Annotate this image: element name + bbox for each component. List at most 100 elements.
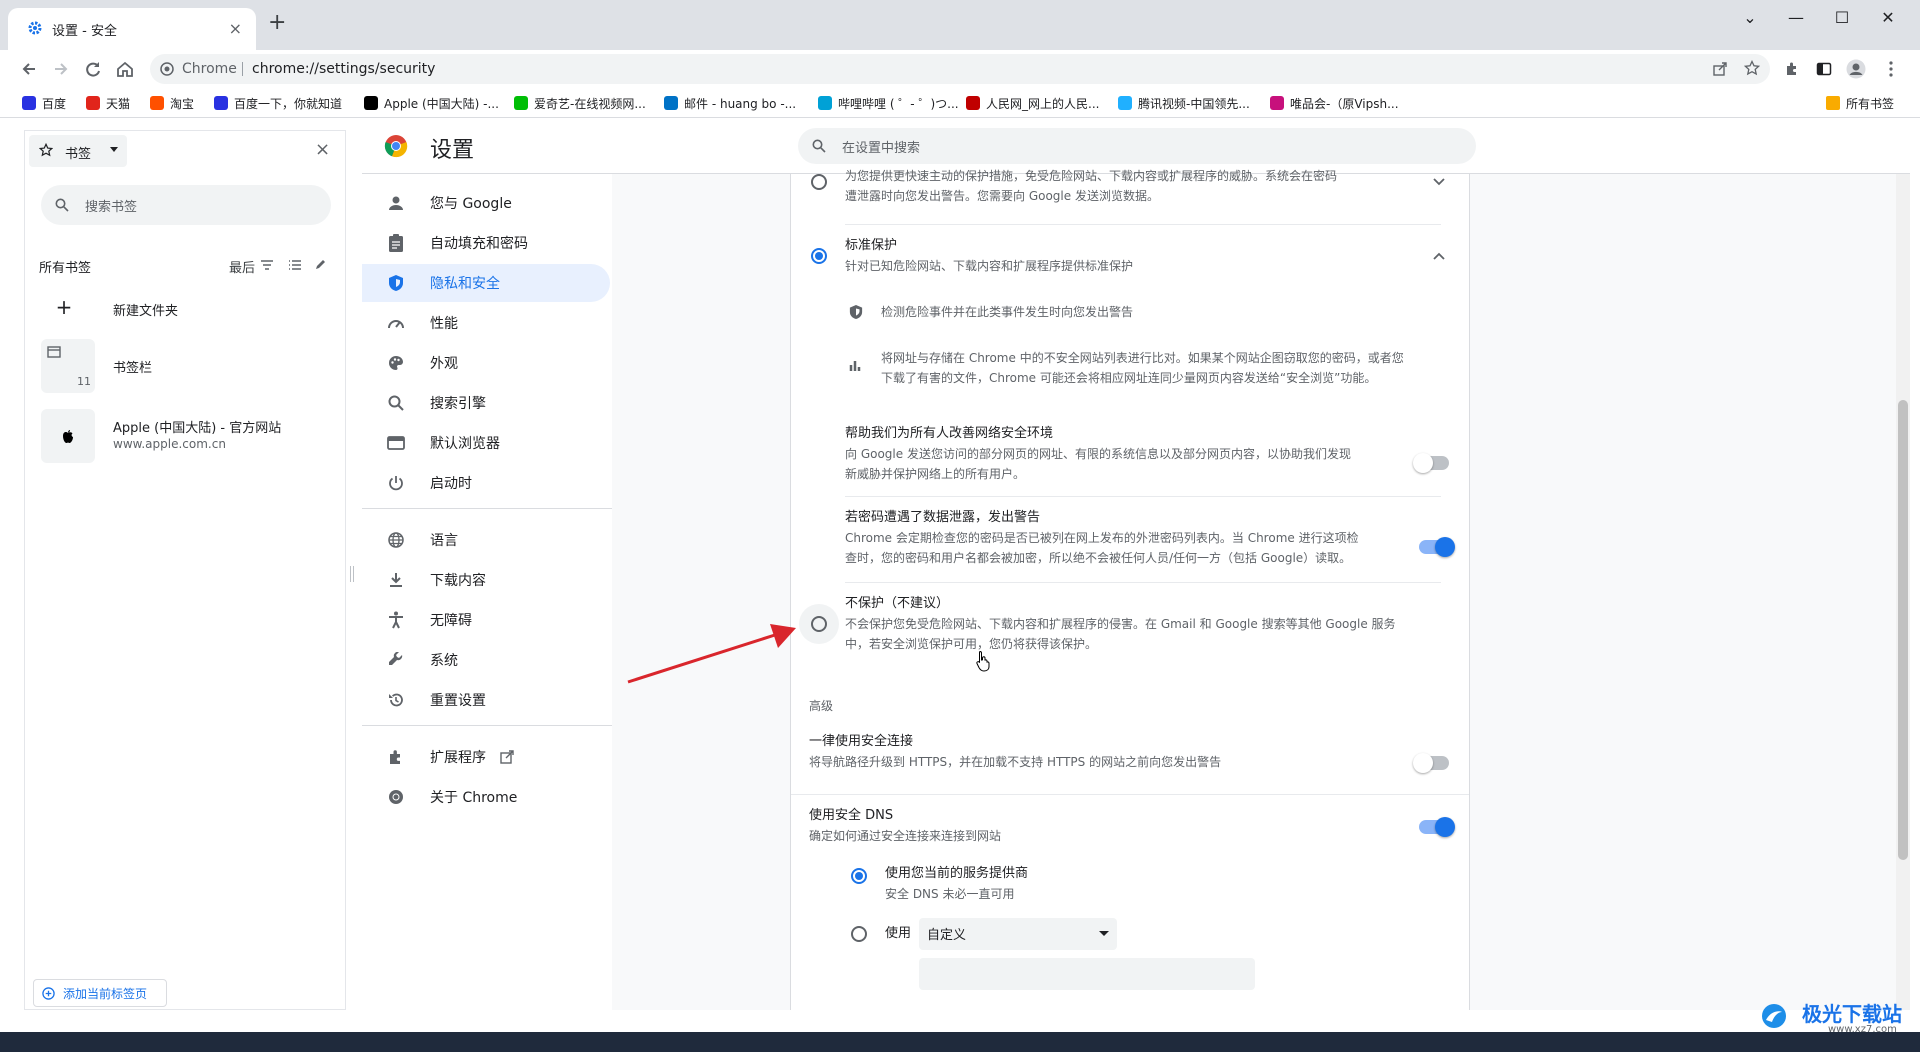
list-view-icon[interactable] [289, 260, 301, 270]
nav-divider [362, 725, 612, 726]
window-close-button[interactable]: ✕ [1868, 4, 1908, 34]
improve-security-desc-line2: 新威胁并保护网络上的所有用户。 [845, 467, 1026, 481]
https-first-toggle[interactable] [1413, 753, 1449, 773]
nav-label: 系统 [430, 653, 458, 669]
settings-search-input[interactable]: 在设置中搜索 [798, 128, 1476, 164]
tab-settings-security[interactable]: 设置 - 安全 × [8, 8, 256, 50]
dns-custom-radio[interactable] [851, 926, 867, 942]
nav-privacy-security[interactable]: 隐私和安全 [362, 264, 610, 302]
plus-icon: + [55, 295, 73, 319]
bookmark-favicon-icon [364, 96, 378, 110]
bookmark-tencent-video[interactable]: 腾讯视频-中国领先... [1118, 93, 1250, 113]
bookmark-bilibili[interactable]: 哔哩哔哩 ( ゜- ゜)つ... [818, 93, 959, 113]
nav-label: 搜索引擎 [430, 396, 486, 412]
nav-default-browser[interactable]: 默认浏览器 [362, 424, 612, 462]
standard-protection-radio[interactable] [811, 248, 827, 264]
nav-reset[interactable]: 重置设置 [362, 681, 612, 719]
nav-accessibility[interactable]: 无障碍 [362, 601, 612, 639]
nav-label: 您与 Google [430, 196, 512, 212]
https-first-title: 一律使用安全连接 [809, 734, 914, 749]
toggle-knob [1413, 453, 1433, 473]
bookmark-favicon-icon [22, 96, 36, 110]
nav-system[interactable]: 系统 [362, 641, 612, 679]
all-bookmarks-heading: 所有书签 [39, 261, 92, 276]
side-panel-title: 书签 [65, 147, 92, 162]
bookmark-search-input[interactable]: 搜索书签 [41, 185, 331, 225]
bookmark-vip[interactable]: 唯品会-（原Vipsh... [1270, 93, 1399, 113]
bookmarks-bar: 百度 天猫 淘宝 百度一下，你就知道 Apple (中国大陆) -... 爱奇艺… [0, 88, 1920, 118]
password-leak-toggle[interactable] [1419, 537, 1455, 557]
nav-you-and-google[interactable]: 您与 Google [362, 184, 612, 222]
no-protection-radio[interactable] [811, 616, 827, 632]
home-icon[interactable] [114, 58, 136, 80]
new-folder-item[interactable]: + 新建文件夹 [41, 291, 331, 325]
nav-downloads[interactable]: 下载内容 [362, 561, 612, 599]
bookmark-label: 邮件 - huang bo -... [684, 96, 797, 111]
share-icon[interactable] [1712, 61, 1728, 77]
reload-icon[interactable] [82, 58, 104, 80]
scrollbar-thumb[interactable] [1898, 400, 1908, 860]
secure-dns-toggle[interactable] [1419, 817, 1455, 837]
all-bookmarks-folder[interactable]: 所有书签 [1826, 93, 1894, 113]
nav-label: 下载内容 [430, 573, 486, 589]
edit-pencil-icon[interactable] [315, 258, 327, 270]
back-arrow-icon[interactable] [18, 58, 40, 80]
nav-about-chrome[interactable]: 关于 Chrome [362, 778, 612, 816]
minimize-button[interactable]: — [1776, 4, 1816, 34]
side-panel-close-icon[interactable]: × [315, 139, 330, 160]
dns-provider-select[interactable]: 自定义 [919, 918, 1117, 950]
bookmark-label: 天猫 [106, 96, 131, 111]
nav-appearance[interactable]: 外观 [362, 344, 612, 382]
new-tab-button[interactable]: + [268, 12, 286, 34]
nav-autofill[interactable]: 自动填充和密码 [362, 224, 612, 262]
bookmarks-bar-folder[interactable]: 11 书签栏 [41, 339, 331, 393]
address-bar[interactable]: Chrome chrome://settings/security [150, 54, 1770, 84]
no-protection-desc-line2: 中，若安全浏览保护可用，您仍将获得该保护。 [845, 637, 1098, 651]
search-icon [812, 139, 826, 153]
bookmark-people[interactable]: 人民网_网上的人民... [966, 93, 1099, 113]
nav-extensions[interactable]: 扩展程序 [362, 738, 612, 776]
panel-resize-handle[interactable] [350, 566, 354, 582]
chevron-down-icon[interactable] [1433, 178, 1445, 186]
bookmark-baidu-search[interactable]: 百度一下，你就知道 [214, 93, 342, 113]
enhanced-protection-radio[interactable] [811, 174, 827, 190]
standard-bullet-detect: 检测危险事件并在此类事件发生时向您发出警告 [881, 305, 1134, 319]
bookmark-tmall[interactable]: 天猫 [86, 93, 130, 113]
profile-avatar-icon[interactable] [1846, 59, 1866, 79]
dns-custom-url-input[interactable] [919, 958, 1255, 990]
settings-nav: 您与 Google 自动填充和密码 隐私和安全 性能 外观 搜索引擎 默认浏览器… [362, 174, 612, 1010]
forward-arrow-icon[interactable] [50, 58, 72, 80]
bookmark-taobao[interactable]: 淘宝 [150, 93, 194, 113]
nav-on-startup[interactable]: 启动时 [362, 464, 612, 502]
improve-security-toggle[interactable] [1413, 453, 1449, 473]
bookmark-apple[interactable]: Apple (中国大陆) -... [364, 93, 499, 113]
nav-label: 自动填充和密码 [430, 236, 528, 252]
tab-close-icon[interactable]: × [229, 19, 242, 38]
toggle-knob [1435, 817, 1455, 837]
bookmark-star-icon[interactable] [1744, 60, 1760, 76]
tab-search-dropdown-icon[interactable]: ⌄ [1730, 4, 1770, 34]
nav-label: 隐私和安全 [430, 276, 500, 292]
maximize-button[interactable]: ☐ [1822, 4, 1862, 34]
side-panel-selector[interactable]: 书签 [29, 135, 127, 167]
dns-current-provider-radio[interactable] [851, 868, 867, 884]
standard-bullet-compare-line1: 将网址与存储在 Chrome 中的不安全网站列表进行比对。如果某个网站企图窃取您… [881, 351, 1404, 365]
side-panel-icon[interactable] [1816, 61, 1832, 77]
add-current-tab-button[interactable]: 添加当前标签页 [33, 979, 167, 1007]
annotation-arrow [627, 624, 796, 684]
chevron-up-icon[interactable] [1433, 252, 1445, 260]
bookmark-iqiyi[interactable]: 爱奇艺-在线视频网... [514, 93, 646, 113]
sort-button[interactable]: 最后 [229, 257, 255, 276]
sort-icon[interactable] [261, 260, 273, 270]
nav-label: 启动时 [430, 476, 472, 492]
bookmark-baidu[interactable]: 百度 [22, 93, 66, 113]
chrome-menu-icon[interactable] [1888, 60, 1894, 78]
nav-search-engine[interactable]: 搜索引擎 [362, 384, 612, 422]
nav-performance[interactable]: 性能 [362, 304, 612, 342]
omnibox-url[interactable]: chrome://settings/security [252, 61, 435, 77]
shield-icon [849, 304, 863, 320]
bookmark-mail[interactable]: 邮件 - huang bo -... [664, 93, 796, 113]
bookmark-apple-item[interactable]: Apple (中国大陆) - 官方网站 www.apple.com.cn [41, 409, 331, 463]
nav-languages[interactable]: 语言 [362, 521, 612, 559]
extensions-puzzle-icon[interactable] [1784, 61, 1800, 77]
